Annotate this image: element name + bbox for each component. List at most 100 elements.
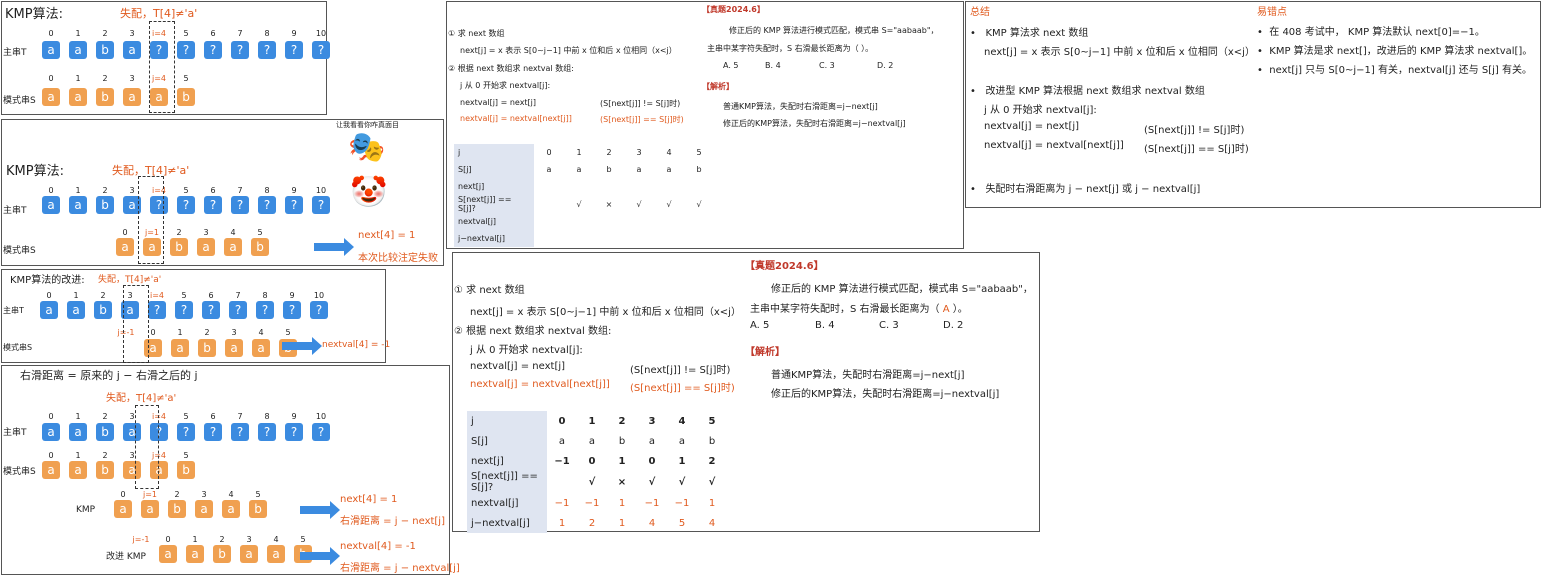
table-cell: 2	[618, 415, 626, 427]
row-header: nextval[j]	[454, 213, 534, 230]
step2-sub: j 从 0 开始求 nextval[j]:	[470, 345, 583, 356]
analysis-line-1: 普通KMP算法，失配时右滑距离=j−next[j]	[723, 102, 878, 111]
table-row: j−nextval[j]	[454, 230, 714, 247]
table-cell: √	[588, 476, 596, 488]
compare-highlight-box	[135, 405, 159, 489]
condition-1: (S[next[j]] != S[j]时)	[630, 365, 731, 376]
formula-2: nextval[j] = nextval[next[j]]	[460, 114, 572, 123]
char-cell: a	[42, 196, 60, 214]
index-label: 7	[237, 29, 243, 38]
table-cell: 5	[678, 517, 686, 529]
improved-nextval-note: nextval[4] = -1	[340, 541, 416, 552]
index-label: 5	[255, 490, 261, 499]
row-header: next[j]	[454, 178, 534, 195]
table-cell: −1	[554, 455, 570, 467]
kmp-label: KMP	[76, 505, 96, 515]
table-cell: 0	[546, 148, 552, 157]
mask-emoji-icon: 🎭	[348, 130, 386, 165]
panel-kmp-improved: KMP算法的改进: 失配，T[4]≠'a' 主串T 模式串S 0 1 2 3 i=4 5 6…	[1, 269, 390, 363]
table-cell: ×	[605, 199, 613, 209]
char-cell: a	[69, 196, 87, 214]
char-cell: a	[195, 500, 213, 518]
table-cell	[684, 213, 714, 230]
index-label: 10	[315, 29, 327, 38]
index-label: 0	[46, 291, 52, 300]
char-cell: ?	[312, 423, 330, 441]
bullet-text: KMP 算法求 next 数组	[985, 28, 1089, 39]
index-label: 2	[102, 451, 108, 460]
table-cell	[594, 213, 624, 230]
char-cell: a	[225, 339, 243, 357]
index-label: 2	[219, 535, 225, 544]
index-label: 2	[100, 291, 106, 300]
question-tag: 【真题2024.6】	[745, 261, 824, 272]
char-cell: ?	[204, 41, 222, 59]
panel-title: KMP算法:	[5, 7, 63, 22]
improved-distance-note: 右滑距离 = j − nextval[j]	[340, 563, 460, 574]
meme-caption: 让我看看你咋真面目	[336, 121, 399, 129]
table-cell: a	[678, 435, 686, 447]
table-cell	[594, 178, 624, 195]
table-row: S[next[j]] == S[j]? √ × √ √ √	[467, 471, 727, 493]
index-label: 10	[313, 291, 325, 300]
index-label: 2	[102, 412, 108, 421]
char-cell: ?	[258, 423, 276, 441]
char-cell: a	[69, 423, 87, 441]
row-header: S[next[j]] == S[j]?	[454, 195, 534, 213]
table-cell	[564, 230, 594, 247]
index-label: 6	[208, 291, 214, 300]
main-string-label: 主串T	[3, 428, 27, 438]
table-row: next[j] −1 0 1 0 1 2	[467, 451, 727, 471]
index-label: 1	[73, 291, 79, 300]
index-label: 8	[264, 29, 270, 38]
index-label: 3	[129, 74, 135, 83]
char-cell: a	[186, 545, 204, 563]
index-label: 6	[210, 186, 216, 195]
char-cell: a	[42, 423, 60, 441]
table-cell: √	[708, 476, 716, 488]
next-table-filled: j 0 1 2 3 4 5 S[j] a a b a a b next[j] −1 0 1 0 1 2 S[next[j]…	[467, 411, 727, 533]
char-cell: a	[141, 500, 159, 518]
index-label: 2	[204, 328, 210, 337]
char-cell: a	[267, 545, 285, 563]
bullet-text: 在 408 考试中， KMP 算法默认 next[0]=−1。	[1269, 27, 1485, 38]
char-cell: a	[197, 238, 215, 256]
answer-value: A	[942, 304, 950, 315]
index-label: 0	[122, 228, 128, 237]
table-row: j 0 1 2 3 4 5	[454, 144, 714, 161]
index-label: 4	[258, 328, 264, 337]
index-label: 2	[176, 228, 182, 237]
char-cell: a	[222, 500, 240, 518]
table-row: j−nextval[j] 1 2 1 4 5 4	[467, 513, 727, 533]
char-cell: a	[69, 461, 87, 479]
next-definition: next[j] = x 表示 S[0~j−1] 中前 x 位和后 x 位相同（x…	[460, 46, 677, 55]
panel-kmp-next: KMP算法: 失配，T[4]≠'a' 让我看看你咋真面目 🎭 🤡 主串T 模式串…	[1, 119, 444, 266]
step2-sub: j 从 0 开始求 nextval[j]:	[460, 81, 551, 90]
index-label: 8	[264, 412, 270, 421]
char-cell: b	[96, 88, 114, 106]
index-label: 9	[291, 186, 297, 195]
index-label: 2	[102, 186, 108, 195]
row-header: j	[467, 411, 547, 431]
table-cell: √	[696, 199, 702, 209]
index-label: 5	[181, 291, 187, 300]
option-d: D. 2	[877, 61, 894, 70]
index-label: 1	[75, 74, 81, 83]
arrow-icon	[314, 238, 354, 256]
table-cell: a	[558, 435, 566, 447]
table-cell	[624, 178, 654, 195]
char-cell: a	[252, 339, 270, 357]
row-header: S[j]	[454, 161, 534, 178]
row-header: nextval[j]	[467, 493, 547, 513]
option-b: B. 4	[765, 61, 781, 70]
index-label: 1	[177, 328, 183, 337]
char-cell: a	[42, 41, 60, 59]
table-cell: 3	[636, 148, 642, 157]
analysis-line-1: 普通KMP算法，失配时右滑距离=j−next[j]	[771, 370, 965, 381]
index-label: 1	[75, 451, 81, 460]
table-row: nextval[j] −1 −1 1 −1 −1 1	[467, 493, 727, 513]
index-label: 3	[129, 29, 135, 38]
next-definition: next[j] = x 表示 S[0~j−1] 中前 x 位和后 x 位相同（x…	[984, 47, 1255, 58]
table-cell: √	[648, 476, 656, 488]
arrow-icon	[300, 547, 340, 565]
